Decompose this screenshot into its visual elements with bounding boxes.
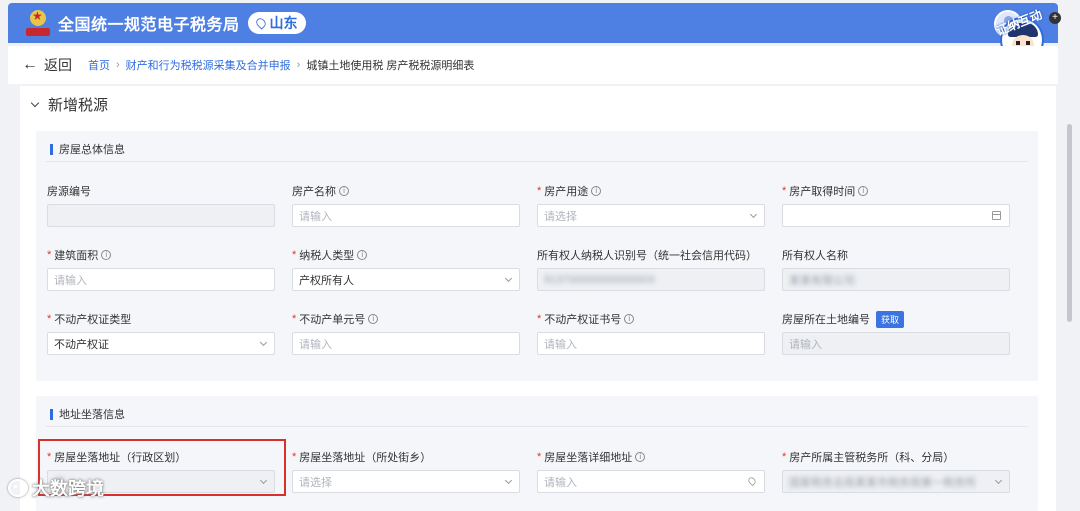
address-info-card: 地址坐落信息 * 房屋坐落地址（行政区划） 市 * 房屋坐落地址（所处街乡） 请选择… — [36, 396, 1038, 511]
card-title: 房屋总体信息 — [50, 141, 125, 157]
region-selector[interactable]: 山东 — [247, 12, 306, 34]
region-label: 山东 — [269, 15, 298, 31]
owner-tax-id-input: 91370000000000000X — [537, 268, 765, 291]
calendar-icon — [992, 211, 1001, 220]
chevron-right-icon: › — [296, 59, 301, 71]
info-icon[interactable]: i — [858, 186, 869, 196]
house-info-card: 房屋总体信息 房源编号 房产名称 i 请输入 * 房产用途 i 请选择 * 房产取得时间… — [36, 131, 1038, 381]
field-house-no: 房源编号 — [47, 183, 275, 227]
section-toggle[interactable]: 新增税源 — [30, 94, 109, 115]
cert-type-select[interactable]: 不动产权证 — [47, 332, 275, 355]
info-icon[interactable]: i — [591, 186, 602, 196]
detail-address-input[interactable]: 请输入 — [537, 470, 765, 493]
tax-emblem-icon — [26, 9, 50, 36]
street-select[interactable]: 请选择 — [292, 470, 520, 493]
breadcrumb-bar: ← 返回 首页 › 财产和行为税税源采集及合并申报 › 城镇土地使用税 房产税税… — [8, 46, 1058, 84]
chevron-down-icon — [259, 476, 268, 485]
info-icon[interactable]: i — [624, 314, 635, 324]
tax-office-select[interactable]: 国家税务总局某某市税务局第一税务所 — [782, 470, 1010, 493]
arrow-left-icon: ← — [22, 56, 38, 73]
breadcrumb-current: 城镇土地使用税 房产税税源明细表 — [306, 60, 475, 72]
breadcrumb: 首页 › 财产和行为税税源采集及合并申报 › 城镇土地使用税 房产税税源明细表 — [88, 57, 474, 73]
back-label: 返回 — [44, 57, 72, 73]
chevron-right-icon: › — [116, 59, 120, 71]
taxpayer-type-select[interactable]: 产权所有人 — [292, 268, 520, 291]
chevron-down-icon — [504, 476, 513, 485]
chevron-down-icon — [994, 476, 1003, 485]
field-cert-no: * 不动产权证书号 i 请输入 — [537, 311, 765, 355]
chevron-down-icon — [259, 338, 268, 347]
back-button[interactable]: ← 返回 — [22, 55, 72, 75]
field-land-no: 房屋所在土地编号 获取 请输入 — [782, 310, 1010, 355]
main-panel: 新增税源 房屋总体信息 房源编号 房产名称 i 请输入 * 房产用途 i 请选择 * 房… — [20, 86, 1056, 511]
house-use-select[interactable]: 请选择 — [537, 204, 765, 227]
field-owner-tax-id: 所有权人纳税人识别号（统一社会信用代码） 91370000000000000X — [537, 247, 765, 291]
breadcrumb-home[interactable]: 首页 — [88, 57, 110, 73]
top-header: 全国统一规范电子税务局 山东 — [8, 3, 1058, 43]
card-title: 地址坐落信息 — [50, 406, 125, 422]
plus-badge-icon[interactable]: + — [1049, 12, 1061, 24]
site-title: 全国统一规范电子税务局 — [58, 17, 240, 34]
field-owner-name: 所有权人名称 某某有限公司 — [782, 247, 1010, 291]
info-icon[interactable]: i — [368, 314, 379, 324]
field-house-use: * 房产用途 i 请选择 — [537, 183, 765, 227]
breadcrumb-property-tax[interactable]: 财产和行为税税源采集及合并申报 — [126, 57, 291, 73]
owner-name-input: 某某有限公司 — [782, 268, 1010, 291]
field-taxpayer-type: * 纳税人类型 i 产权所有人 — [292, 247, 520, 291]
info-icon[interactable]: i — [339, 186, 349, 196]
info-icon[interactable]: i — [635, 452, 646, 462]
house-no-input — [47, 204, 275, 227]
watermark-logo-icon — [8, 479, 28, 497]
field-acquire-time: * 房产取得时间 i — [782, 183, 1010, 227]
chevron-down-icon — [30, 98, 40, 107]
land-no-input: 请输入 — [782, 332, 1010, 355]
house-name-input[interactable]: 请输入 — [292, 204, 520, 227]
info-icon[interactable]: i — [357, 250, 368, 260]
chevron-down-icon — [749, 210, 758, 219]
fetch-button[interactable]: 获取 — [876, 310, 905, 328]
field-tax-office: * 房产所属主管税务所（科、分局） 国家税务总局某某市税务局第一税务所 — [782, 449, 1010, 493]
vertical-scrollbar[interactable] — [1066, 100, 1073, 511]
section-title: 新增税源 — [48, 97, 109, 114]
build-area-input[interactable]: 请输入 — [47, 268, 275, 291]
field-street: * 房屋坐落地址（所处街乡） 请选择 — [292, 449, 520, 493]
location-pin-icon — [253, 16, 268, 30]
field-build-area: * 建筑面积 i 请输入 — [47, 247, 275, 291]
cert-no-input[interactable]: 请输入 — [537, 332, 765, 355]
watermark: 大数跨境 — [8, 475, 104, 501]
field-detail-address: * 房屋坐落详细地址 i 请输入 — [537, 449, 765, 493]
scrollbar-thumb[interactable] — [1067, 124, 1072, 322]
info-icon[interactable]: i — [101, 250, 112, 260]
field-unit-no: * 不动产单元号 i 请输入 — [292, 311, 520, 355]
field-house-name: 房产名称 i 请输入 — [292, 183, 520, 227]
location-pin-icon — [746, 475, 758, 487]
chevron-down-icon — [504, 274, 513, 283]
field-cert-type: * 不动产权证类型 不动产权证 — [47, 311, 275, 355]
unit-no-input[interactable]: 请输入 — [292, 332, 520, 355]
acquire-time-date-picker[interactable] — [782, 204, 1010, 227]
